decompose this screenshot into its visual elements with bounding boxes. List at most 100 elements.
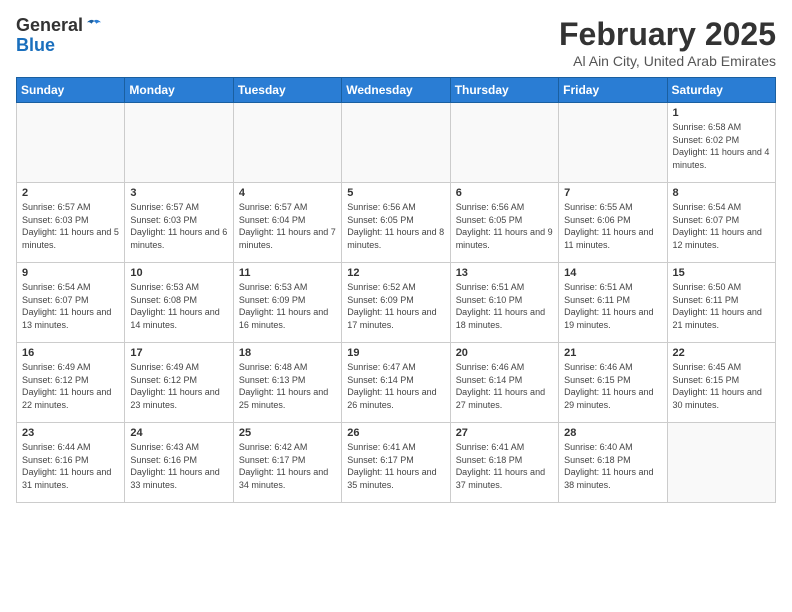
calendar-cell: 3 Sunrise: 6:57 AM Sunset: 6:03 PM Daylig… — [125, 183, 233, 263]
page-header: General Blue February 2025 Al Ain City, … — [16, 16, 776, 69]
day-number: 22 — [673, 347, 770, 359]
day-info: Sunrise: 6:49 AM Sunset: 6:12 PM Dayligh… — [22, 361, 119, 411]
calendar-cell: 19 Sunrise: 6:47 AM Sunset: 6:14 PM Dayli… — [342, 343, 450, 423]
day-info: Sunrise: 6:47 AM Sunset: 6:14 PM Dayligh… — [347, 361, 444, 411]
calendar-cell: 11 Sunrise: 6:53 AM Sunset: 6:09 PM Dayli… — [233, 263, 341, 343]
day-info: Sunrise: 6:54 AM Sunset: 6:07 PM Dayligh… — [22, 281, 119, 331]
day-info: Sunrise: 6:57 AM Sunset: 6:04 PM Dayligh… — [239, 201, 336, 251]
day-info: Sunrise: 6:41 AM Sunset: 6:18 PM Dayligh… — [456, 441, 553, 491]
weekday-header-saturday: Saturday — [667, 78, 775, 103]
day-number: 20 — [456, 347, 553, 359]
day-number: 10 — [130, 267, 227, 279]
calendar-cell: 12 Sunrise: 6:52 AM Sunset: 6:09 PM Dayli… — [342, 263, 450, 343]
day-info: Sunrise: 6:54 AM Sunset: 6:07 PM Dayligh… — [673, 201, 770, 251]
calendar-cell — [17, 103, 125, 183]
calendar-cell: 21 Sunrise: 6:46 AM Sunset: 6:15 PM Dayli… — [559, 343, 667, 423]
calendar-cell: 2 Sunrise: 6:57 AM Sunset: 6:03 PM Daylig… — [17, 183, 125, 263]
logo: General Blue — [16, 16, 103, 56]
calendar-cell: 16Sunrise: 6:49 AM Sunset: 6:12 PM Dayli… — [17, 343, 125, 423]
day-info: Sunrise: 6:50 AM Sunset: 6:11 PM Dayligh… — [673, 281, 770, 331]
calendar-cell: 28Sunrise: 6:40 AM Sunset: 6:18 PM Dayli… — [559, 423, 667, 503]
day-number: 6 — [456, 187, 553, 199]
weekday-header-thursday: Thursday — [450, 78, 558, 103]
calendar-cell: 6 Sunrise: 6:56 AM Sunset: 6:05 PM Daylig… — [450, 183, 558, 263]
day-info: Sunrise: 6:46 AM Sunset: 6:15 PM Dayligh… — [564, 361, 661, 411]
day-number: 13 — [456, 267, 553, 279]
calendar-cell: 20 Sunrise: 6:46 AM Sunset: 6:14 PM Dayli… — [450, 343, 558, 423]
day-info: Sunrise: 6:43 AM Sunset: 6:16 PM Dayligh… — [130, 441, 227, 491]
month-title: February 2025 — [559, 16, 776, 53]
day-number: 23 — [22, 427, 119, 439]
day-info: Sunrise: 6:53 AM Sunset: 6:08 PM Dayligh… — [130, 281, 227, 331]
day-number: 11 — [239, 267, 336, 279]
day-number: 18 — [239, 347, 336, 359]
day-info: Sunrise: 6:57 AM Sunset: 6:03 PM Dayligh… — [130, 201, 227, 251]
day-number: 24 — [130, 427, 227, 439]
day-number: 17 — [130, 347, 227, 359]
day-info: Sunrise: 6:55 AM Sunset: 6:06 PM Dayligh… — [564, 201, 661, 251]
calendar-cell: 22 Sunrise: 6:45 AM Sunset: 6:15 PM Dayli… — [667, 343, 775, 423]
calendar-cell — [125, 103, 233, 183]
weekday-header-tuesday: Tuesday — [233, 78, 341, 103]
day-number: 21 — [564, 347, 661, 359]
logo-blue-text: Blue — [16, 36, 103, 56]
day-number: 26 — [347, 427, 444, 439]
day-number: 4 — [239, 187, 336, 199]
calendar-cell — [233, 103, 341, 183]
day-info: Sunrise: 6:51 AM Sunset: 6:11 PM Dayligh… — [564, 281, 661, 331]
calendar-table: SundayMondayTuesdayWednesdayThursdayFrid… — [16, 77, 776, 503]
day-number: 2 — [22, 187, 119, 199]
day-info: Sunrise: 6:52 AM Sunset: 6:09 PM Dayligh… — [347, 281, 444, 331]
day-number: 3 — [130, 187, 227, 199]
day-info: Sunrise: 6:58 AM Sunset: 6:02 PM Dayligh… — [673, 121, 770, 171]
calendar-cell — [450, 103, 558, 183]
day-number: 9 — [22, 267, 119, 279]
day-number: 19 — [347, 347, 444, 359]
day-info: Sunrise: 6:56 AM Sunset: 6:05 PM Dayligh… — [456, 201, 553, 251]
logo-general-text: General — [16, 16, 83, 36]
calendar-cell: 15 Sunrise: 6:50 AM Sunset: 6:11 PM Dayli… — [667, 263, 775, 343]
calendar-cell: 23 Sunrise: 6:44 AM Sunset: 6:16 PM Dayli… — [17, 423, 125, 503]
calendar-cell: 24 Sunrise: 6:43 AM Sunset: 6:16 PM Dayli… — [125, 423, 233, 503]
day-number: 12 — [347, 267, 444, 279]
day-number: 8 — [673, 187, 770, 199]
calendar-cell: 7 Sunrise: 6:55 AM Sunset: 6:06 PM Daylig… — [559, 183, 667, 263]
weekday-header-monday: Monday — [125, 78, 233, 103]
day-info: Sunrise: 6:41 AM Sunset: 6:17 PM Dayligh… — [347, 441, 444, 491]
day-info: Sunrise: 6:53 AM Sunset: 6:09 PM Dayligh… — [239, 281, 336, 331]
day-number: 14 — [564, 267, 661, 279]
calendar-cell: 5 Sunrise: 6:56 AM Sunset: 6:05 PM Daylig… — [342, 183, 450, 263]
day-info: Sunrise: 6:45 AM Sunset: 6:15 PM Dayligh… — [673, 361, 770, 411]
calendar-cell: 9 Sunrise: 6:54 AM Sunset: 6:07 PM Daylig… — [17, 263, 125, 343]
day-info: Sunrise: 6:46 AM Sunset: 6:14 PM Dayligh… — [456, 361, 553, 411]
calendar-cell: 27 Sunrise: 6:41 AM Sunset: 6:18 PM Dayli… — [450, 423, 558, 503]
day-info: Sunrise: 6:44 AM Sunset: 6:16 PM Dayligh… — [22, 441, 119, 491]
logo-bird-icon — [85, 19, 103, 33]
day-number: 27 — [456, 427, 553, 439]
weekday-header-friday: Friday — [559, 78, 667, 103]
day-number: 5 — [347, 187, 444, 199]
calendar-cell: 25 Sunrise: 6:42 AM Sunset: 6:17 PM Dayli… — [233, 423, 341, 503]
calendar-cell — [667, 423, 775, 503]
title-block: February 2025 Al Ain City, United Arab E… — [559, 16, 776, 69]
location-text: Al Ain City, United Arab Emirates — [559, 53, 776, 69]
day-number: 25 — [239, 427, 336, 439]
calendar-cell: 8 Sunrise: 6:54 AM Sunset: 6:07 PM Daylig… — [667, 183, 775, 263]
day-info: Sunrise: 6:51 AM Sunset: 6:10 PM Dayligh… — [456, 281, 553, 331]
calendar-cell: 1 Sunrise: 6:58 AM Sunset: 6:02 PM Daylig… — [667, 103, 775, 183]
calendar-cell: 17 Sunrise: 6:49 AM Sunset: 6:12 PM Dayli… — [125, 343, 233, 423]
day-number: 15 — [673, 267, 770, 279]
day-info: Sunrise: 6:40 AM Sunset: 6:18 PM Dayligh… — [564, 441, 661, 491]
calendar-cell — [559, 103, 667, 183]
calendar-cell: 26 Sunrise: 6:41 AM Sunset: 6:17 PM Dayli… — [342, 423, 450, 503]
calendar-cell: 4 Sunrise: 6:57 AM Sunset: 6:04 PM Daylig… — [233, 183, 341, 263]
day-info: Sunrise: 6:49 AM Sunset: 6:12 PM Dayligh… — [130, 361, 227, 411]
day-info: Sunrise: 6:57 AM Sunset: 6:03 PM Dayligh… — [22, 201, 119, 251]
day-number: 1 — [673, 107, 770, 119]
calendar-cell: 13 Sunrise: 6:51 AM Sunset: 6:10 PM Dayli… — [450, 263, 558, 343]
calendar-cell: 14 Sunrise: 6:51 AM Sunset: 6:11 PM Dayli… — [559, 263, 667, 343]
day-info: Sunrise: 6:56 AM Sunset: 6:05 PM Dayligh… — [347, 201, 444, 251]
day-info: Sunrise: 6:42 AM Sunset: 6:17 PM Dayligh… — [239, 441, 336, 491]
weekday-header-wednesday: Wednesday — [342, 78, 450, 103]
day-number: 7 — [564, 187, 661, 199]
